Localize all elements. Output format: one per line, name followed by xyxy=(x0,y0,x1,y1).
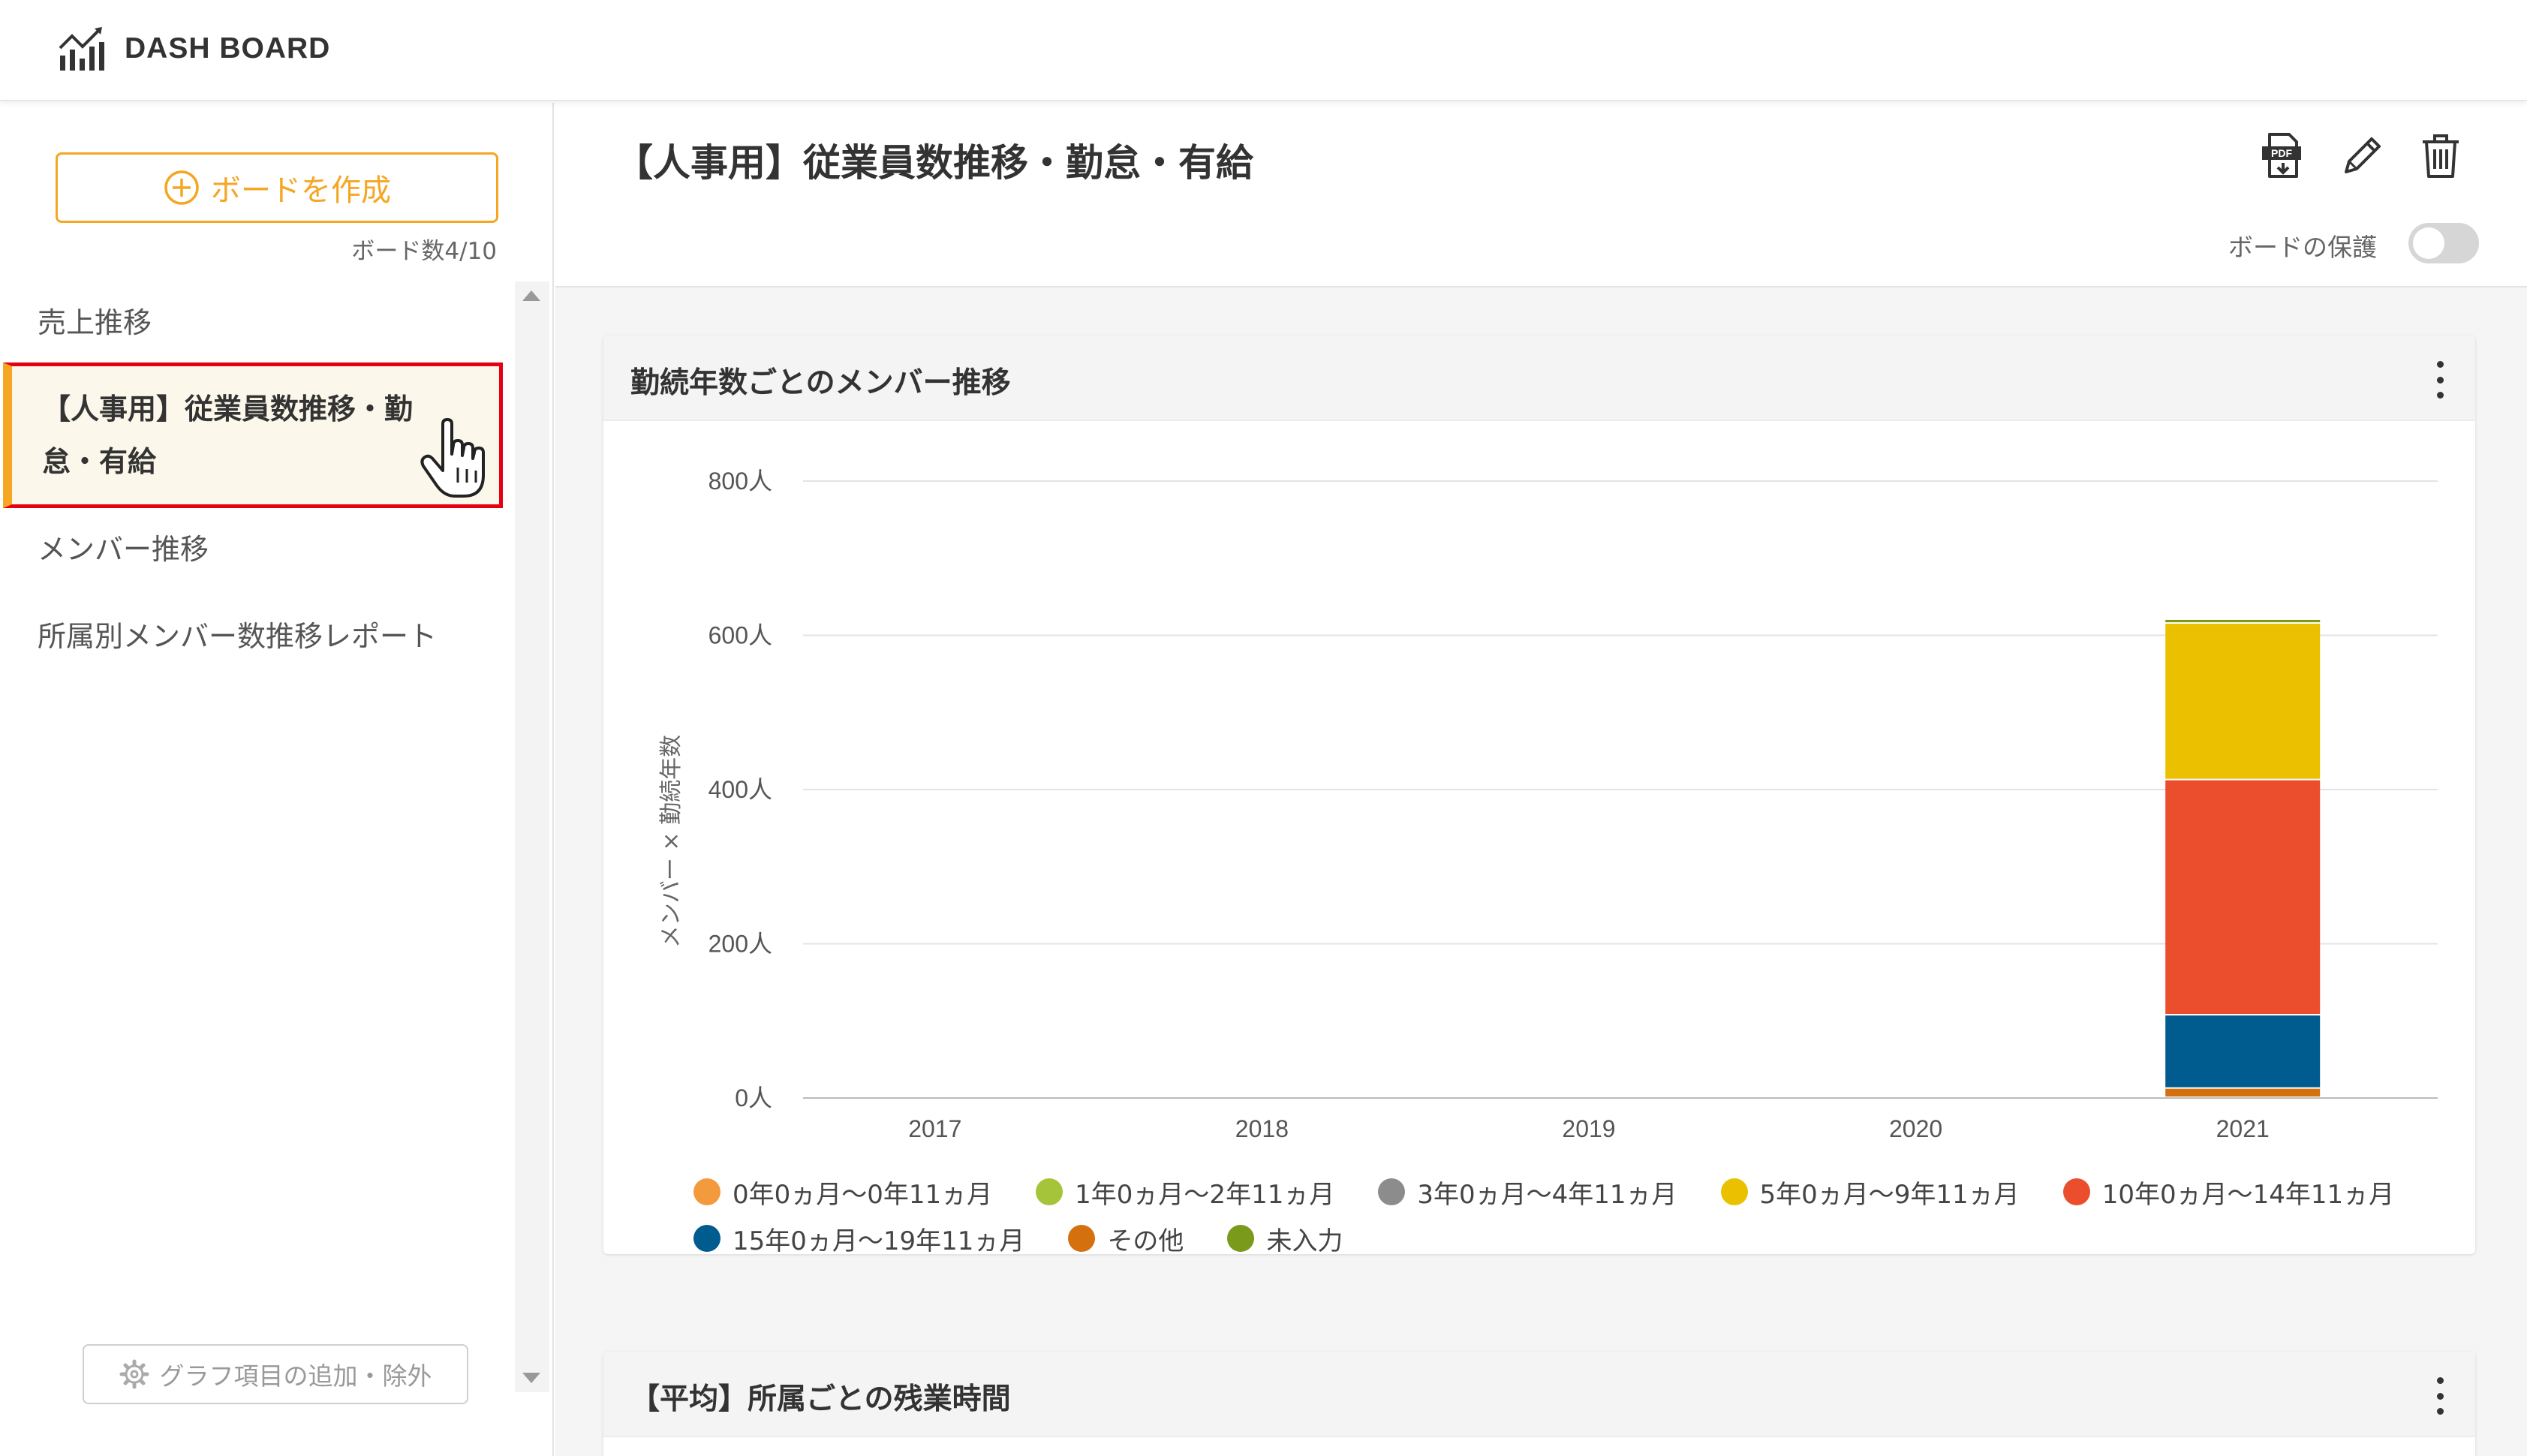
legend-label: その他 xyxy=(1107,1226,1184,1256)
sidebar: ボードを作成 ボード数4/10 売上推移 【人事用】従業員数推移・勤怠・有給 メ… xyxy=(0,103,554,1456)
x-tick-label: 2018 xyxy=(1235,1115,1289,1142)
scroll-down-icon[interactable] xyxy=(522,1373,540,1383)
card-header: 勤続年数ごとのメンバー推移 xyxy=(603,335,2475,421)
sidebar-item-label: 売上推移 xyxy=(38,306,152,339)
graph-items-label: グラフ項目の追加・除外 xyxy=(159,1361,432,1391)
legend-item[interactable]: 0年0ヵ月～0年11ヵ月 xyxy=(693,1174,992,1211)
legend-label: 10年0ヵ月～14年11ヵ月 xyxy=(2101,1179,2395,1210)
legend-label: 未入力 xyxy=(1266,1226,1343,1256)
chart-legend: 0年0ヵ月～0年11ヵ月 1年0ヵ月～2年11ヵ月 3年0ヵ月～4年11ヵ月 5年0ヵ… xyxy=(693,1169,2420,1262)
legend-item[interactable]: 1年0ヵ月～2年11ヵ月 xyxy=(1036,1174,1334,1211)
legend-label: 1年0ヵ月～2年11ヵ月 xyxy=(1075,1179,1335,1210)
tenure-stacked-bar-chart: 0人 200人 400人 600人 800人 2017 2018 2019 2020 2021 メ… xyxy=(658,468,2438,1142)
sidebar-item-members[interactable]: メンバー推移 xyxy=(0,523,516,576)
board-count: ボード数4/10 xyxy=(351,238,497,265)
bar-segment[interactable] xyxy=(2165,624,2321,779)
main-area: 【人事用】従業員数推移・勤怠・有給 PDF ボードの保護 勤続年数ごとのメンバー… xyxy=(555,103,2527,1456)
card-header: 【平均】所属ごとの残業時間 xyxy=(603,1352,2475,1437)
legend-swatch xyxy=(693,1178,720,1205)
plus-circle-icon xyxy=(164,170,199,205)
kebab-menu-icon[interactable] xyxy=(2435,1377,2445,1415)
graph-items-button[interactable]: グラフ項目の追加・除外 xyxy=(83,1344,468,1404)
y-axis-label: メンバー × 勤続年数 xyxy=(658,735,684,948)
legend-item[interactable]: 15年0ヵ月～19年11ヵ月 xyxy=(693,1220,1024,1257)
legend-swatch xyxy=(1036,1178,1063,1205)
legend-item[interactable]: 5年0ヵ月～9年11ヵ月 xyxy=(1720,1174,2020,1211)
pencil-icon[interactable] xyxy=(2339,131,2384,179)
y-tick-label: 200人 xyxy=(708,931,772,958)
legend-item[interactable]: 未入力 xyxy=(1227,1220,1343,1257)
legend-swatch xyxy=(1227,1225,1255,1252)
top-bar: DASH BOARD xyxy=(0,0,2527,101)
chart-card-overtime: 【平均】所属ごとの残業時間 xyxy=(603,1352,2475,1456)
gear-icon xyxy=(119,1359,149,1389)
x-tick-label: 2017 xyxy=(908,1115,961,1142)
kebab-menu-icon[interactable] xyxy=(2435,361,2445,399)
scroll-up-icon[interactable] xyxy=(522,290,540,301)
y-tick-label: 600人 xyxy=(708,622,772,649)
legend-item[interactable]: その他 xyxy=(1068,1220,1184,1257)
y-tick-label: 400人 xyxy=(708,776,772,803)
board-header: 【人事用】従業員数推移・勤怠・有給 PDF ボードの保護 xyxy=(555,103,2527,287)
svg-text:PDF: PDF xyxy=(2271,147,2292,159)
legend-label: 15年0ヵ月～19年11ヵ月 xyxy=(733,1226,1025,1256)
legend-swatch xyxy=(1378,1178,1406,1205)
trash-icon[interactable] xyxy=(2418,131,2463,179)
create-board-label: ボードを作成 xyxy=(211,173,391,208)
brand-title: DASH BOARD xyxy=(125,32,331,65)
sidebar-item-department-report[interactable]: 所属別メンバー数推移レポート xyxy=(0,610,480,663)
card-title: 【平均】所属ごとの残業時間 xyxy=(630,1382,1011,1416)
sidebar-scrollbar[interactable] xyxy=(515,281,549,1392)
legend-label: 0年0ヵ月～0年11ヵ月 xyxy=(733,1179,993,1210)
legend-swatch xyxy=(693,1225,720,1252)
chart-card-tenure: 勤続年数ごとのメンバー推移 0人 200人 400人 600人 800人 2017 2018… xyxy=(603,335,2475,1256)
legend-swatch xyxy=(1720,1178,1748,1205)
legend-item[interactable]: 3年0ヵ月～4年11ヵ月 xyxy=(1378,1174,1677,1211)
page-title: 【人事用】従業員数推移・勤怠・有給 xyxy=(615,141,1253,185)
card-title: 勤続年数ごとのメンバー推移 xyxy=(630,366,1011,400)
sidebar-item-label: 【人事用】従業員数推移・勤怠・有給 xyxy=(42,393,414,478)
pdf-download-icon[interactable]: PDF xyxy=(2259,131,2304,179)
toggle-knob xyxy=(2413,227,2444,259)
legend-label: 5年0ヵ月～9年11ヵ月 xyxy=(1759,1179,2020,1210)
legend-row: 15年0ヵ月～19年11ヵ月 その他 未入力 xyxy=(693,1215,2420,1262)
bar-segment[interactable] xyxy=(2165,1015,2321,1087)
x-tick-label: 2019 xyxy=(1562,1115,1615,1142)
bar-segment[interactable] xyxy=(2165,780,2321,1015)
bar-segment[interactable] xyxy=(2165,1088,2321,1097)
legend-label: 3年0ヵ月～4年11ヵ月 xyxy=(1417,1179,1677,1210)
hand-pointer-icon xyxy=(420,418,485,498)
legend-item[interactable]: 10年0ヵ月～14年11ヵ月 xyxy=(2062,1174,2395,1211)
legend-swatch xyxy=(1068,1225,1096,1252)
legend-swatch xyxy=(2062,1178,2090,1205)
sidebar-item-label: メンバー推移 xyxy=(38,533,209,566)
y-tick-label: 800人 xyxy=(708,468,772,495)
board-protect-toggle[interactable] xyxy=(2408,223,2479,263)
brand[interactable]: DASH BOARD xyxy=(57,26,330,72)
legend-row: 0年0ヵ月～0年11ヵ月 1年0ヵ月～2年11ヵ月 3年0ヵ月～4年11ヵ月 5年0ヵ… xyxy=(693,1169,2420,1215)
x-tick-label: 2020 xyxy=(1889,1115,1942,1142)
sidebar-item-sales[interactable]: 売上推移 xyxy=(0,296,516,349)
create-board-button[interactable]: ボードを作成 xyxy=(56,152,498,223)
x-tick-label: 2021 xyxy=(2216,1115,2270,1142)
bar-segment[interactable] xyxy=(2165,619,2321,623)
board-protect-label: ボードの保護 xyxy=(2228,233,2377,262)
y-tick-label: 0人 xyxy=(735,1084,772,1112)
chart-icon xyxy=(59,27,104,71)
sidebar-item-label: 所属別メンバー数推移レポート xyxy=(38,620,438,653)
